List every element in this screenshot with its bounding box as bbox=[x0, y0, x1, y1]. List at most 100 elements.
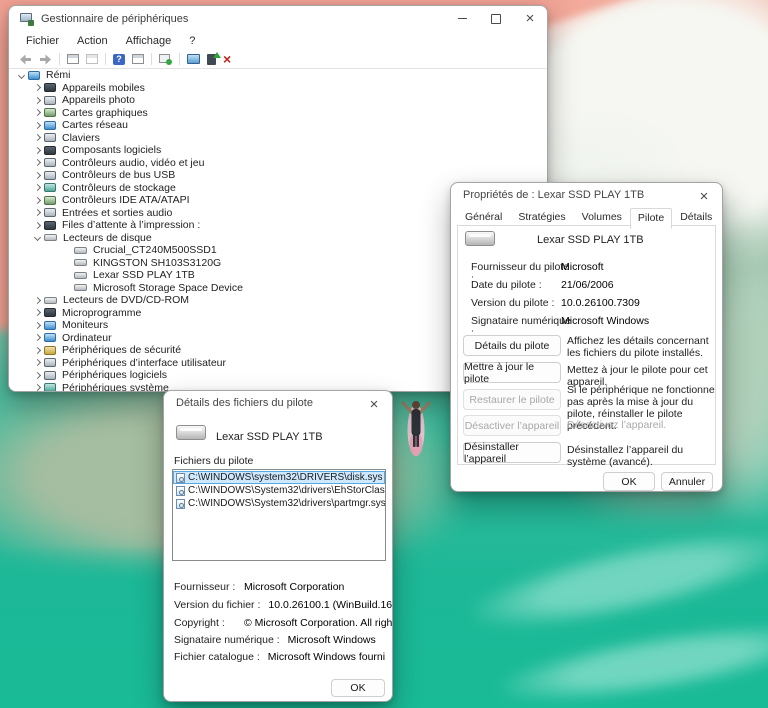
chevron-right-icon[interactable] bbox=[31, 135, 44, 140]
tree-item-controleurs-usb[interactable]: Contrôleurs de bus USB bbox=[9, 169, 547, 182]
tab-details[interactable]: Détails bbox=[672, 207, 720, 228]
chevron-right-icon[interactable] bbox=[31, 160, 44, 165]
menu-help[interactable]: ? bbox=[180, 33, 204, 49]
chevron-right-icon[interactable] bbox=[31, 85, 44, 90]
tree-item-appareils-photo[interactable]: Appareils photo bbox=[9, 94, 547, 107]
menu-bar: Fichier Action Affichage ? bbox=[9, 31, 547, 50]
chevron-down-icon[interactable] bbox=[31, 235, 44, 240]
tree-item-appareils-mobiles[interactable]: Appareils mobiles bbox=[9, 82, 547, 95]
field-value: 10.0.26100.7309 bbox=[561, 297, 640, 309]
tree-item-label: Claviers bbox=[62, 132, 100, 144]
forward-icon[interactable] bbox=[39, 52, 52, 66]
scan-hardware-changes-icon[interactable] bbox=[159, 52, 172, 66]
tree-item-label: Rémi bbox=[46, 69, 71, 81]
action-pane-icon[interactable] bbox=[132, 52, 144, 66]
tree-item-cartes-graphiques[interactable]: Cartes graphiques bbox=[9, 107, 547, 120]
tab-pilote[interactable]: Pilote bbox=[630, 208, 672, 229]
field-value: 10.0.26100.1 (WinBuild.160101.0800) bbox=[268, 599, 393, 611]
chevron-right-icon[interactable] bbox=[31, 335, 44, 340]
monitor-icon bbox=[44, 321, 56, 330]
sys-file-icon bbox=[176, 499, 185, 509]
maximize-button[interactable] bbox=[479, 6, 513, 31]
title-bar[interactable]: Gestionnaire de périphériques bbox=[9, 6, 547, 31]
chevron-right-icon[interactable] bbox=[31, 198, 44, 203]
tree-item-label: Contrôleurs IDE ATA/ATAPI bbox=[62, 194, 190, 206]
chevron-right-icon[interactable] bbox=[31, 148, 44, 153]
mobile-device-icon bbox=[44, 83, 56, 92]
uninstall-device-button[interactable]: Désinstaller l’appareil bbox=[463, 442, 561, 463]
security-device-icon bbox=[44, 346, 56, 355]
help-icon[interactable] bbox=[113, 52, 125, 66]
driver-details-button[interactable]: Détails du pilote bbox=[463, 335, 561, 356]
list-item-ehstorclass-sys[interactable]: C:\WINDOWS\System32\drivers\EhStorClass.… bbox=[173, 484, 385, 497]
tree-item-label: Contrôleurs de stockage bbox=[62, 182, 176, 194]
tree-item-controleurs-audio[interactable]: Contrôleurs audio, vidéo et jeu bbox=[9, 157, 547, 170]
chevron-right-icon[interactable] bbox=[31, 373, 44, 378]
ok-button[interactable]: OK bbox=[331, 679, 385, 697]
update-driver-icon[interactable] bbox=[207, 52, 216, 66]
audio-controller-icon bbox=[44, 158, 56, 167]
update-driver-button[interactable]: Mettre à jour le pilote bbox=[463, 362, 561, 383]
disk-drive-icon bbox=[44, 234, 57, 241]
tree-item-claviers[interactable]: Claviers bbox=[9, 132, 547, 145]
chevron-right-icon[interactable] bbox=[31, 110, 44, 115]
file-path: C:\WINDOWS\system32\DRIVERS\disk.sys bbox=[188, 472, 382, 483]
driver-file-details-dialog: Détails des fichiers du pilote Lexar SSD… bbox=[163, 390, 393, 702]
uninstall-device-icon[interactable] bbox=[223, 52, 231, 66]
chevron-right-icon[interactable] bbox=[31, 310, 44, 315]
tree-item-composants-logiciels[interactable]: Composants logiciels bbox=[9, 144, 547, 157]
menu-action[interactable]: Action bbox=[68, 33, 117, 49]
tree-item-cartes-reseau[interactable]: Cartes réseau bbox=[9, 119, 547, 132]
tab-strategies[interactable]: Stratégies bbox=[510, 207, 573, 228]
tab-volumes[interactable]: Volumes bbox=[574, 207, 630, 228]
field-label: Signataire numérique : bbox=[174, 634, 280, 646]
disk-drive-icon bbox=[74, 284, 87, 291]
ok-button[interactable]: OK bbox=[603, 472, 655, 491]
field-value: Microsoft Windows fourni bbox=[268, 651, 385, 663]
field-label: Version du pilote : bbox=[471, 297, 571, 309]
system-device-icon bbox=[44, 383, 56, 391]
tree-item-label: Ordinateur bbox=[62, 332, 112, 344]
chevron-right-icon[interactable] bbox=[31, 173, 44, 178]
close-icon[interactable] bbox=[366, 396, 382, 412]
tree-item-label: Périphériques système bbox=[62, 382, 169, 391]
chevron-down-icon[interactable] bbox=[15, 73, 28, 78]
disk-drive-icon bbox=[74, 247, 87, 254]
back-icon[interactable] bbox=[19, 52, 32, 66]
surfer-figure bbox=[396, 392, 436, 467]
chevron-right-icon[interactable] bbox=[31, 185, 44, 190]
properties-icon[interactable] bbox=[86, 52, 98, 66]
menu-fichier[interactable]: Fichier bbox=[17, 33, 68, 49]
minimize-button[interactable] bbox=[445, 6, 479, 31]
disable-device-button[interactable]: Désactiver l’appareil bbox=[463, 415, 561, 436]
chevron-right-icon[interactable] bbox=[31, 223, 44, 228]
tree-item-label: Cartes réseau bbox=[62, 119, 128, 131]
menu-affichage[interactable]: Affichage bbox=[117, 33, 181, 49]
close-button[interactable] bbox=[513, 6, 547, 31]
list-item-partmgr-sys[interactable]: C:\WINDOWS\System32\drivers\partmgr.sys bbox=[173, 497, 385, 510]
cancel-button[interactable]: Annuler bbox=[661, 472, 713, 491]
graphics-card-icon bbox=[44, 108, 56, 117]
chevron-right-icon[interactable] bbox=[31, 298, 44, 303]
dialog-title: Propriétés de : Lexar SSD PLAY 1TB bbox=[463, 189, 644, 201]
audio-io-icon bbox=[44, 208, 56, 217]
console-tree-icon[interactable] bbox=[67, 52, 79, 66]
properties-dialog: Propriétés de : Lexar SSD PLAY 1TB Génér… bbox=[450, 182, 723, 492]
chevron-right-icon[interactable] bbox=[31, 360, 44, 365]
chevron-right-icon[interactable] bbox=[31, 98, 44, 103]
chevron-right-icon[interactable] bbox=[31, 348, 44, 353]
roll-back-driver-button[interactable]: Restaurer le pilote bbox=[463, 389, 561, 410]
tab-evenements[interactable]: Événements bbox=[720, 207, 723, 228]
chevron-right-icon[interactable] bbox=[31, 210, 44, 215]
chevron-right-icon[interactable] bbox=[31, 123, 44, 128]
camera-icon bbox=[44, 96, 56, 105]
close-icon[interactable] bbox=[696, 188, 712, 204]
devices-view-icon[interactable] bbox=[187, 52, 200, 66]
software-component-icon bbox=[44, 146, 56, 155]
field-label: Fichier catalogue : bbox=[174, 651, 260, 663]
tree-item-root[interactable]: Rémi bbox=[9, 69, 547, 82]
chevron-right-icon[interactable] bbox=[31, 323, 44, 328]
chevron-right-icon[interactable] bbox=[31, 385, 44, 390]
list-item-disk-sys[interactable]: C:\WINDOWS\system32\DRIVERS\disk.sys bbox=[173, 471, 385, 484]
tab-general[interactable]: Général bbox=[457, 207, 510, 228]
